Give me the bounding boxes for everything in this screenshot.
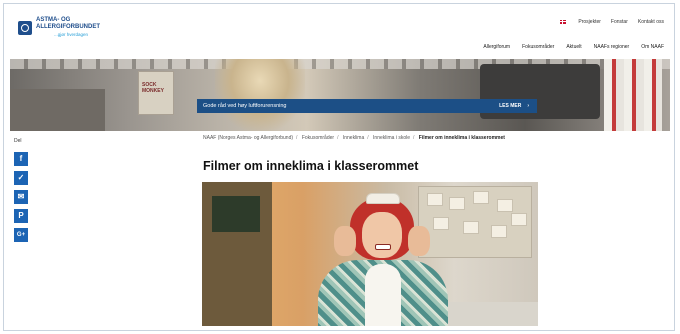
main-nav: Allergiforum Fokusområder Aktuelt NAAFs … — [483, 44, 664, 50]
read-more-button[interactable]: LES MER › — [499, 103, 537, 109]
video-frame-woman — [288, 190, 488, 326]
hero-banner-text: Gode råd ved høy luftforurensning — [203, 103, 287, 109]
page-title: Filmer om inneklima i klasserommet — [203, 159, 419, 173]
email-icon[interactable]: ✉ — [14, 190, 28, 204]
hero-box: SOCK MONKEY — [138, 71, 174, 115]
utility-link-projects[interactable]: Prosjekter — [578, 19, 601, 25]
breadcrumb-item[interactable]: Fokusområder — [302, 135, 334, 141]
logo-line-2: ALLERGIFORBUNDET — [36, 24, 100, 30]
logo-tagline: ...gjør hverdagen — [54, 32, 89, 37]
arrow-right-icon: › — [527, 103, 529, 109]
nav-item-om-naaf[interactable]: Om NAAF — [641, 44, 664, 50]
hero-image: SOCK MONKEY — [10, 59, 670, 131]
nav-item-allergiforum[interactable]: Allergiforum — [483, 44, 510, 50]
google-plus-icon[interactable]: G+ — [14, 228, 28, 242]
logo[interactable]: ASTMA- OG ALLERGIFORBUNDET ...gjør hverd… — [18, 17, 100, 38]
breadcrumb: NAAF (Norges Astma- og Allergiforbund) / … — [203, 135, 505, 141]
page-frame: ASTMA- OG ALLERGIFORBUNDET ...gjør hverd… — [3, 3, 675, 331]
twitter-icon[interactable]: ✓ — [14, 171, 28, 185]
breadcrumb-current: Filmer om inneklima i klasserommet — [418, 135, 505, 141]
breadcrumb-item[interactable]: Inneklima i skole — [373, 135, 410, 141]
nav-item-aktuelt[interactable]: Aktuelt — [566, 44, 581, 50]
nav-item-regioner[interactable]: NAAFs regioner — [594, 44, 630, 50]
share-label: Del — [14, 138, 22, 144]
share-bar: f ✓ ✉ P G+ — [14, 152, 28, 247]
utility-nav: Prosjekter Fonstar Kontakt oss — [560, 19, 664, 25]
facebook-icon[interactable]: f — [14, 152, 28, 166]
pinterest-icon[interactable]: P — [14, 209, 28, 223]
video-player[interactable] — [202, 182, 538, 326]
norwegian-flag-icon — [560, 19, 567, 24]
utility-link-2[interactable]: Fonstar — [611, 19, 628, 25]
breadcrumb-item[interactable]: NAAF (Norges Astma- og Allergiforbund) — [203, 135, 293, 141]
utility-link-contact[interactable]: Kontakt oss — [638, 19, 664, 25]
logo-mark-icon — [18, 20, 32, 35]
language-switch[interactable] — [560, 19, 568, 25]
nav-item-fokusomrader[interactable]: Fokusområder — [522, 44, 554, 50]
logo-line-1: ASTMA- OG — [36, 17, 71, 23]
hero-banner[interactable]: Gode råd ved høy luftforurensning LES ME… — [197, 99, 537, 113]
breadcrumb-item[interactable]: Inneklima — [343, 135, 364, 141]
